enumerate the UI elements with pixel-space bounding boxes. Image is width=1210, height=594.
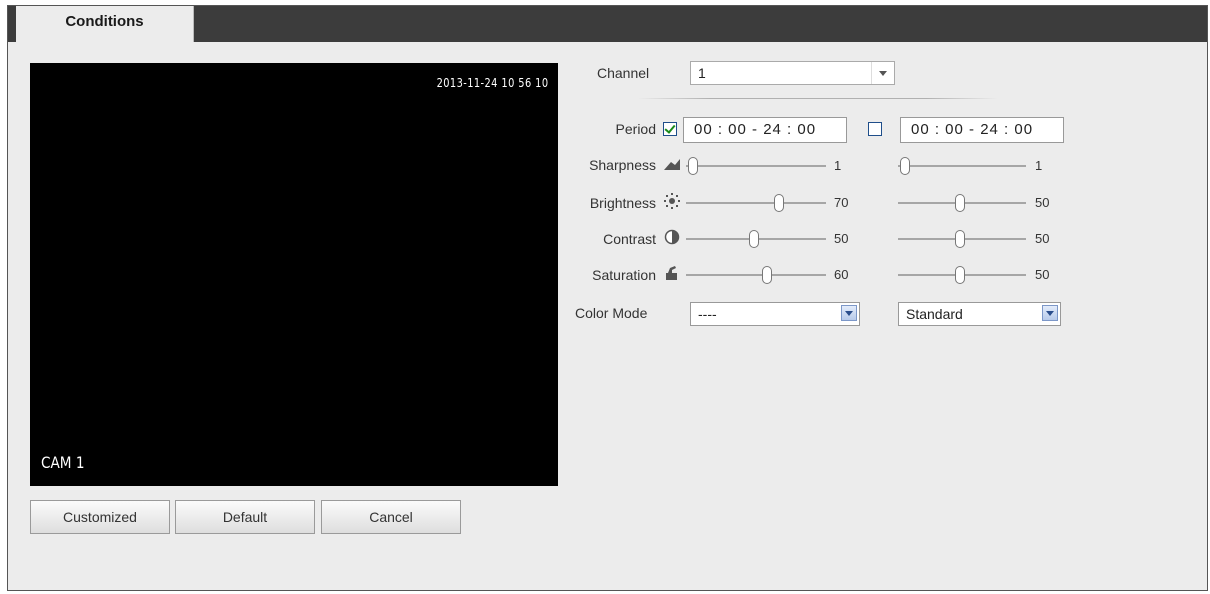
sharpness-label: Sharpness xyxy=(589,157,656,173)
sharpness-slider-p2[interactable] xyxy=(898,156,1026,176)
chevron-down-icon xyxy=(1042,305,1058,321)
contrast-label: Contrast xyxy=(603,231,656,247)
color-mode-select-p1[interactable]: ---- xyxy=(690,302,860,326)
color-mode-label: Color Mode xyxy=(575,305,648,321)
video-camera-label: CAM 1 xyxy=(41,453,85,472)
sharpness-icon xyxy=(664,159,680,170)
slider-track xyxy=(686,202,826,204)
slider-thumb[interactable] xyxy=(761,266,772,284)
slider-track xyxy=(686,165,826,167)
saturation-value-p2: 50 xyxy=(1035,267,1050,282)
channel-value: 1 xyxy=(698,65,706,81)
separator xyxy=(638,98,998,99)
settings-window: Conditions 2013-11-24 10 56 10 CAM 1 Cus… xyxy=(7,5,1208,591)
contrast-value-p1: 50 xyxy=(834,231,849,246)
customized-button[interactable]: Customized xyxy=(30,500,170,534)
saturation-icon xyxy=(666,266,677,280)
slider-thumb[interactable] xyxy=(688,157,699,175)
saturation-slider-p1[interactable] xyxy=(686,265,826,285)
slider-track xyxy=(686,274,826,276)
color-mode-select-p2[interactable]: Standard xyxy=(898,302,1061,326)
slider-thumb[interactable] xyxy=(749,230,760,248)
chevron-down-icon xyxy=(841,305,857,321)
video-preview: 2013-11-24 10 56 10 CAM 1 xyxy=(30,63,558,486)
video-timestamp: 2013-11-24 10 56 10 xyxy=(436,76,548,90)
brightness-icon xyxy=(664,193,680,209)
tab-bar: Conditions xyxy=(8,6,1207,42)
slider-thumb[interactable] xyxy=(955,266,966,284)
chevron-down-icon xyxy=(871,62,894,84)
brightness-value-p2: 50 xyxy=(1035,195,1050,210)
period1-checkbox[interactable] xyxy=(663,122,677,136)
color-mode-value-p1: ---- xyxy=(698,306,717,322)
slider-track xyxy=(898,165,1026,167)
color-mode-value-p2: Standard xyxy=(906,306,963,322)
slider-thumb[interactable] xyxy=(899,157,910,175)
brightness-slider-p2[interactable] xyxy=(898,193,1026,213)
period1-time-input[interactable]: 00 : 00 - 24 : 00 xyxy=(683,117,847,143)
sharpness-slider-p1[interactable] xyxy=(686,156,826,176)
slider-thumb[interactable] xyxy=(955,230,966,248)
saturation-slider-p2[interactable] xyxy=(898,265,1026,285)
brightness-value-p1: 70 xyxy=(834,195,849,210)
tab-conditions[interactable]: Conditions xyxy=(16,6,194,42)
checkmark-icon xyxy=(664,122,676,134)
contrast-icon xyxy=(664,229,680,245)
slider-thumb[interactable] xyxy=(774,194,785,212)
cancel-button[interactable]: Cancel xyxy=(321,500,461,534)
brightness-slider-p1[interactable] xyxy=(686,193,826,213)
channel-select[interactable]: 1 xyxy=(690,61,895,85)
contrast-value-p2: 50 xyxy=(1035,231,1050,246)
period2-checkbox[interactable] xyxy=(868,122,882,136)
contrast-slider-p2[interactable] xyxy=(898,229,1026,249)
saturation-label: Saturation xyxy=(592,267,656,283)
period-label: Period xyxy=(615,121,656,137)
channel-label: Channel xyxy=(597,65,650,81)
slider-thumb[interactable] xyxy=(955,194,966,212)
sharpness-value-p1: 1 xyxy=(834,158,842,173)
sharpness-value-p2: 1 xyxy=(1035,158,1043,173)
saturation-value-p1: 60 xyxy=(834,267,849,282)
period2-time-input[interactable]: 00 : 00 - 24 : 00 xyxy=(900,117,1064,143)
brightness-label: Brightness xyxy=(589,195,656,211)
contrast-slider-p1[interactable] xyxy=(686,229,826,249)
default-button[interactable]: Default xyxy=(175,500,315,534)
